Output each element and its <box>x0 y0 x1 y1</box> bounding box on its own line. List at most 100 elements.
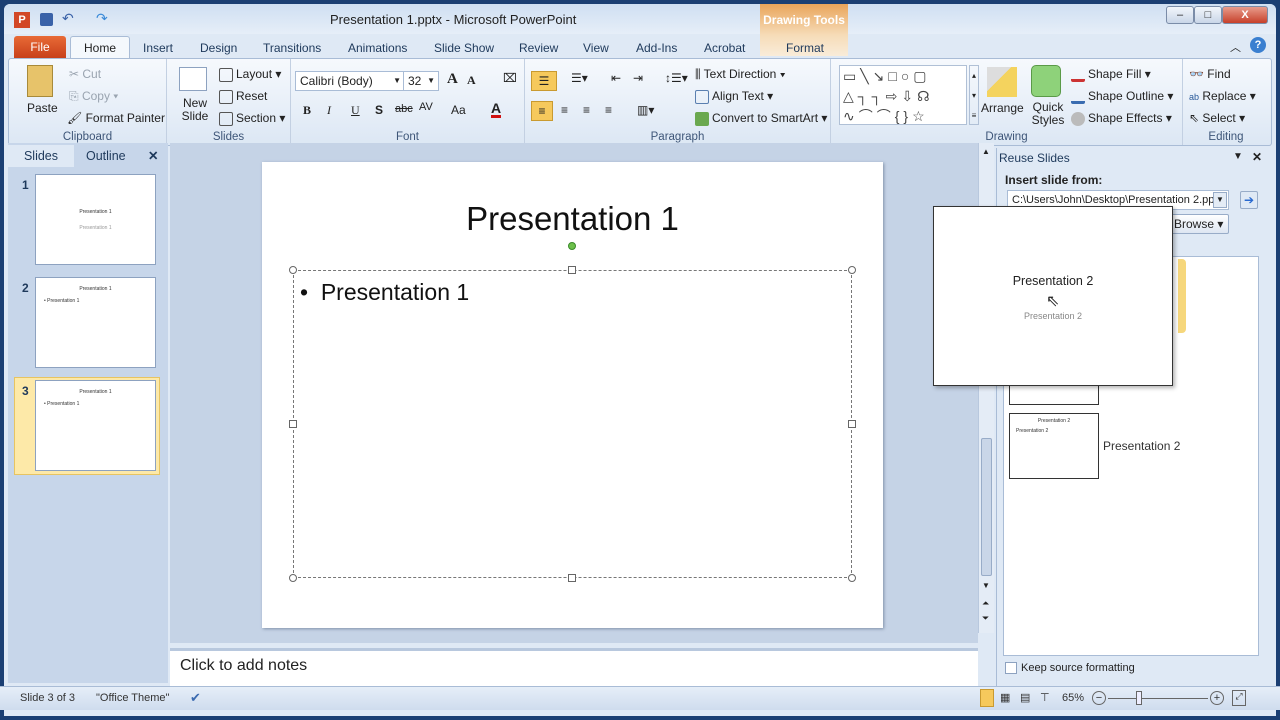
tab-view[interactable]: View <box>583 41 609 55</box>
resize-handle[interactable] <box>568 266 576 274</box>
content-placeholder[interactable]: • Presentation 1 <box>293 270 852 578</box>
replace-button[interactable]: ab Replace ▾ <box>1189 89 1256 103</box>
italic-button[interactable]: I <box>327 103 331 118</box>
help-icon[interactable]: ? <box>1250 37 1266 53</box>
tab-file[interactable]: File <box>14 36 66 58</box>
tab-outline[interactable]: Outline <box>86 145 126 167</box>
line-spacing-button[interactable]: ↕☰▾ <box>665 71 688 85</box>
cut-button[interactable]: ✂ Cut <box>69 67 101 81</box>
clear-formatting-icon[interactable]: ⌧ <box>503 71 517 85</box>
copy-button[interactable]: ⎘ Copy ▾ <box>69 89 118 104</box>
scrollbar-thumb[interactable] <box>981 438 992 576</box>
zoom-level[interactable]: 65% <box>1062 692 1084 704</box>
undo-icon[interactable]: ↶ <box>62 10 74 27</box>
zoom-slider[interactable] <box>1108 698 1208 699</box>
tab-format[interactable]: Format <box>786 41 824 55</box>
change-case-button[interactable]: Aa <box>451 103 466 117</box>
resize-handle[interactable] <box>848 266 856 274</box>
shadow-button[interactable]: S <box>375 103 383 117</box>
slide-thumbnail-3[interactable]: Presentation 1 • Presentation 1 <box>35 380 156 471</box>
justify-button[interactable]: ≡ <box>605 103 612 117</box>
tab-review[interactable]: Review <box>519 41 558 55</box>
gallery-scroll[interactable]: ▴ ▾ ≡ <box>969 65 979 125</box>
resize-handle[interactable] <box>848 574 856 582</box>
grow-font-button[interactable]: A <box>447 71 458 88</box>
font-color-button[interactable]: A <box>491 101 502 118</box>
slide-show-icon[interactable]: ⊤ <box>1040 691 1050 704</box>
resize-handle[interactable] <box>289 574 297 582</box>
zoom-in-button[interactable]: + <box>1210 691 1224 705</box>
tab-home[interactable]: Home <box>70 36 130 59</box>
shape-fill-button[interactable]: Shape Fill ▾ <box>1071 67 1151 82</box>
close-pane-icon[interactable]: ✕ <box>148 145 158 167</box>
tab-slides[interactable]: Slides <box>8 145 74 167</box>
tab-insert[interactable]: Insert <box>143 41 173 55</box>
notes-pane[interactable]: Click to add notes <box>170 648 978 686</box>
tab-acrobat[interactable]: Acrobat <box>704 41 745 55</box>
shapes-gallery[interactable]: ▭╲↘□○▢ △┐┐⇨⇩☊ ∿⌒⌒{}☆ <box>839 65 967 125</box>
paste-button[interactable]: Paste <box>27 101 58 115</box>
minimize-button[interactable]: – <box>1166 6 1194 24</box>
spell-check-icon[interactable]: ✔ <box>190 690 201 706</box>
minimize-ribbon-icon[interactable]: ︿ <box>1230 39 1241 55</box>
shape-outline-button[interactable]: Shape Outline ▾ <box>1071 89 1173 104</box>
align-right-button[interactable]: ≡ <box>583 103 590 117</box>
find-button[interactable]: 👓 Find <box>1189 67 1231 81</box>
slide-thumbnail-1[interactable]: Presentation 1 Presentation 1 <box>35 174 156 265</box>
keep-source-checkbox[interactable] <box>1005 662 1017 674</box>
tab-transitions[interactable]: Transitions <box>263 41 321 55</box>
format-painter-button[interactable]: 🖌 Format Painter <box>67 111 165 125</box>
path-dropdown-icon[interactable]: ▼ <box>1213 192 1227 208</box>
save-icon[interactable] <box>40 13 53 26</box>
character-spacing-button[interactable]: AV <box>419 101 433 113</box>
resize-handle[interactable] <box>568 574 576 582</box>
zoom-slider-thumb[interactable] <box>1135 691 1142 705</box>
new-slide-button[interactable]: New Slide <box>179 97 211 123</box>
redo-icon[interactable]: ↷ <box>96 10 108 27</box>
normal-view-icon[interactable] <box>980 689 994 707</box>
arrange-button[interactable]: Arrange <box>981 101 1024 115</box>
quick-styles-button[interactable]: Quick Styles <box>1031 101 1065 127</box>
tab-add-ins[interactable]: Add-Ins <box>636 41 677 55</box>
tab-animations[interactable]: Animations <box>348 41 407 55</box>
go-arrow-button[interactable]: ➔ <box>1240 191 1258 209</box>
strikethrough-button[interactable]: abc <box>395 103 413 115</box>
increase-indent-button[interactable]: ⇥ <box>633 71 643 85</box>
reset-button[interactable]: Reset <box>219 89 267 104</box>
resize-handle[interactable] <box>848 420 856 428</box>
convert-smartart-button[interactable]: Convert to SmartArt ▾ <box>695 111 827 126</box>
bold-button[interactable]: B <box>303 103 311 118</box>
tab-slide-show[interactable]: Slide Show <box>434 41 494 55</box>
close-button[interactable]: X <box>1222 6 1268 24</box>
slide-sorter-icon[interactable]: ▦ <box>1000 691 1010 704</box>
reading-view-icon[interactable]: ▤ <box>1020 691 1030 704</box>
pane-menu-icon[interactable]: ▼ <box>1233 151 1243 162</box>
bullet-item[interactable]: • Presentation 1 <box>300 279 469 306</box>
pane-close-icon[interactable]: ✕ <box>1252 150 1262 164</box>
decrease-indent-button[interactable]: ⇤ <box>611 71 621 85</box>
bullets-button[interactable]: ☰ <box>531 71 557 91</box>
align-center-button[interactable]: ≡ <box>561 103 568 117</box>
resize-handle[interactable] <box>289 420 297 428</box>
rotate-handle[interactable] <box>568 242 576 250</box>
columns-button[interactable]: ▥▾ <box>637 103 654 117</box>
reuse-slide-item[interactable]: Presentation 2 Presentation 2 <box>1009 413 1099 479</box>
fit-to-window-icon[interactable]: ⤢ <box>1232 690 1246 706</box>
slide-thumbnail-2[interactable]: Presentation 1 • Presentation 1 <box>35 277 156 368</box>
maximize-button[interactable]: □ <box>1194 6 1222 24</box>
align-text-button[interactable]: Align Text ▾ <box>695 89 773 104</box>
slide-title[interactable]: Presentation 1 <box>262 200 883 238</box>
resize-handle[interactable] <box>289 266 297 274</box>
next-slide-icon[interactable]: ⏷ <box>982 613 989 624</box>
text-direction-button[interactable]: ⫼ Text Direction ▾ <box>695 67 786 82</box>
shrink-font-button[interactable]: A <box>467 73 476 88</box>
align-left-button[interactable]: ≡ <box>531 101 553 121</box>
font-size-select[interactable]: 32 ▼ <box>403 71 439 91</box>
section-button[interactable]: Section ▾ <box>219 111 285 126</box>
shape-effects-button[interactable]: Shape Effects ▾ <box>1071 111 1172 126</box>
theme-name[interactable]: "Office Theme" <box>96 692 169 704</box>
zoom-out-button[interactable]: − <box>1092 691 1106 705</box>
layout-button[interactable]: Layout ▾ <box>219 67 281 82</box>
reuse-slide-label[interactable]: Presentation 2 <box>1103 439 1180 453</box>
font-name-select[interactable]: Calibri (Body) ▼ <box>295 71 405 91</box>
